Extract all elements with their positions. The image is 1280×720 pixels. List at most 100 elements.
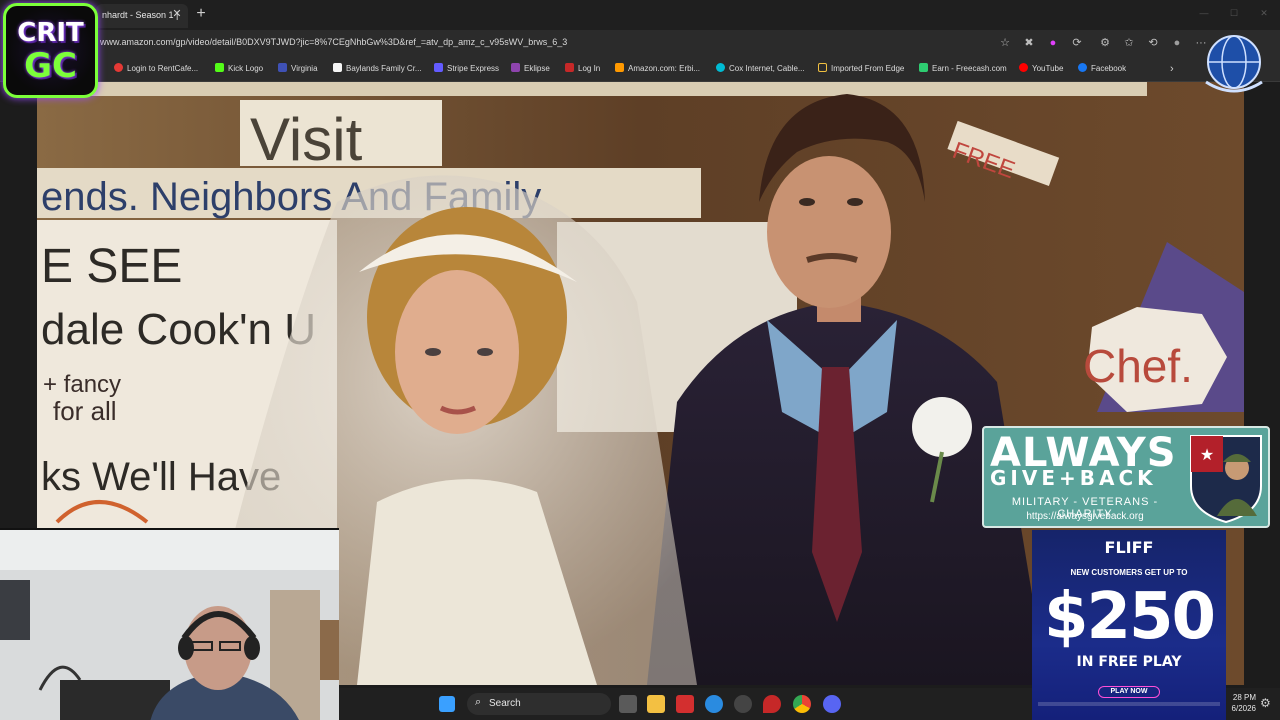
location-pin-icon[interactable] (763, 695, 781, 713)
windows-start-icon[interactable] (439, 696, 455, 712)
agb-subtitle: GIVE+BACK (990, 466, 1157, 490)
sign-visit: Visit (250, 106, 363, 173)
bookmark-label: Facebook (1091, 64, 1127, 73)
bookmark-item[interactable]: Login to RentCafe... (114, 62, 198, 76)
logo-line2: GC (24, 46, 77, 86)
address-bar: www.amazon.com/gp/video/detail/B0DXV9TJW… (0, 30, 1280, 56)
minimize-button[interactable]: — (1196, 6, 1212, 20)
app-red-icon[interactable] (676, 695, 694, 713)
settings-icon[interactable]: ⚙ (1098, 36, 1112, 50)
discord-icon[interactable] (823, 695, 841, 713)
soldier-shield-icon: ★ (1190, 435, 1262, 524)
bookmark-item[interactable]: Baylands Family Cr... (333, 62, 422, 76)
settings-gear-icon[interactable]: ⚙ (1260, 696, 1271, 710)
bookmark-favicon-icon (565, 63, 574, 72)
windows-taskbar: ⌕ Search (339, 688, 1032, 720)
team-globe-logo (1205, 35, 1263, 93)
system-tray: 28 PM 6/2026 ⚙ (1226, 688, 1280, 720)
fliff-ad[interactable]: FLIFF NEW CUSTOMERS GET UP TO $250 IN FR… (1032, 530, 1226, 720)
sign-fancy: + fancy (43, 371, 121, 398)
bookmark-favicon-icon (1078, 63, 1087, 72)
bookmark-folder[interactable]: Imported From Edge (818, 62, 904, 76)
bookmark-item[interactable]: Stripe Express (434, 62, 499, 76)
fliff-amount: $250 (1043, 580, 1216, 654)
fliff-free-play: IN FREE PLAY (1076, 654, 1182, 670)
bookmark-label: YouTube (1032, 64, 1064, 73)
bookmark-item[interactable]: Facebook (1078, 62, 1126, 76)
sign-see: E SEE (41, 240, 182, 293)
bookmark-label: Eklipse (524, 64, 550, 73)
clock-time: 28 PM (1232, 693, 1256, 702)
close-tab-icon[interactable]: ✕ (170, 7, 184, 21)
webcam-feed (0, 528, 339, 720)
bookmark-favicon-icon (333, 63, 342, 72)
bookmark-label: Log In (578, 64, 601, 73)
crit-gc-logo: CRIT GC (3, 3, 98, 98)
close-window-button[interactable]: ✕ (1256, 6, 1272, 20)
bookmark-favicon-icon (919, 63, 928, 72)
bookmarks-bar: Login to RentCafe... Kick Logo Virginia … (0, 56, 1280, 82)
bookmark-label: Login to RentCafe... (127, 64, 199, 73)
tab-title: nhardt - Season 1 | (102, 10, 179, 20)
file-explorer-icon[interactable] (647, 695, 665, 713)
sign-chef: Chef. (1083, 340, 1193, 392)
agb-url[interactable]: https://alwaysgiveback.org (990, 511, 1180, 522)
screen: nhardt - Season 1 | ✕ + — ☐ ✕ www.amazon… (0, 0, 1280, 720)
bookmark-favicon-icon (215, 63, 224, 72)
fliff-logo: FLIFF (1104, 538, 1154, 557)
bookmark-label: Baylands Family Cr... (346, 64, 422, 73)
webcam-image (0, 530, 339, 720)
bookmark-label: Amazon.com: Erbi... (628, 64, 701, 73)
play-now-button[interactable]: PLAY NOW (1098, 686, 1160, 698)
profile-avatar-icon[interactable]: ● (1170, 36, 1184, 50)
taskbar-search[interactable]: ⌕ Search (467, 693, 611, 715)
chevron-right-icon[interactable]: › (1170, 62, 1174, 76)
bookmark-favicon-icon (114, 63, 123, 72)
bookmark-favicon-icon (1019, 63, 1028, 72)
bookmark-favicon-icon (716, 63, 725, 72)
favorites-icon[interactable]: ✩ (1122, 36, 1136, 50)
history-icon[interactable]: ⟲ (1146, 36, 1160, 50)
bookmark-label: Earn - Freecash.com (932, 64, 1007, 73)
logo-line1: CRIT (17, 18, 84, 48)
extension-icon[interactable]: ● (1046, 36, 1060, 50)
bookmark-item[interactable]: Amazon.com: Erbi... (615, 62, 700, 76)
always-give-back-banner[interactable]: ALWAYS GIVE+BACK MILITARY - VETERANS - C… (982, 426, 1270, 528)
url-field[interactable]: www.amazon.com/gp/video/detail/B0DXV9TJW… (100, 37, 567, 47)
bookmark-item[interactable]: Eklipse (511, 62, 550, 76)
bookmark-item[interactable]: Virginia (278, 62, 318, 76)
bookmark-favicon-icon (615, 63, 624, 72)
bookmark-item[interactable]: Log In (565, 62, 600, 76)
bookmark-item[interactable]: Kick Logo (215, 62, 263, 76)
extension-x-icon[interactable]: ✖ (1022, 36, 1036, 50)
taskbar-clock[interactable]: 28 PM 6/2026 (1226, 692, 1256, 714)
browser-tab-bar: nhardt - Season 1 | ✕ + — ☐ ✕ (0, 0, 1280, 30)
clock-date: 6/2026 (1231, 704, 1256, 713)
edge-icon[interactable] (705, 695, 723, 713)
fine-print (1038, 702, 1220, 706)
search-label: Search (489, 698, 521, 709)
bookmark-label: Stripe Express (447, 64, 500, 73)
bookmark-favicon-icon (278, 63, 287, 72)
folder-icon (818, 63, 827, 72)
bookmark-favicon-icon (434, 63, 443, 72)
refresh-extension-icon[interactable]: ⟳ (1070, 36, 1084, 50)
favorite-star-icon[interactable]: ☆ (998, 36, 1012, 50)
maximize-button[interactable]: ☐ (1226, 6, 1242, 20)
chrome-icon[interactable] (793, 695, 811, 713)
bookmark-label: Imported From Edge (831, 64, 905, 73)
bookmark-item[interactable]: Earn - Freecash.com (919, 62, 1007, 76)
bookmark-item[interactable]: Cox Internet, Cable... (716, 62, 805, 76)
bookmark-label: Virginia (291, 64, 318, 73)
app-gear-icon[interactable] (734, 695, 752, 713)
bookmark-item[interactable]: YouTube (1019, 62, 1063, 76)
bookmark-label: Cox Internet, Cable... (729, 64, 805, 73)
svg-text:★: ★ (1200, 445, 1214, 464)
sign-for-all: for all (53, 396, 117, 426)
task-view-icon[interactable] (619, 695, 637, 713)
sign-cook: dale Cook'n U (41, 305, 316, 354)
fliff-headline: NEW CUSTOMERS GET UP TO (1070, 568, 1188, 577)
new-tab-button[interactable]: + (192, 5, 210, 23)
search-icon: ⌕ (475, 696, 482, 708)
bookmark-label: Kick Logo (228, 64, 264, 73)
